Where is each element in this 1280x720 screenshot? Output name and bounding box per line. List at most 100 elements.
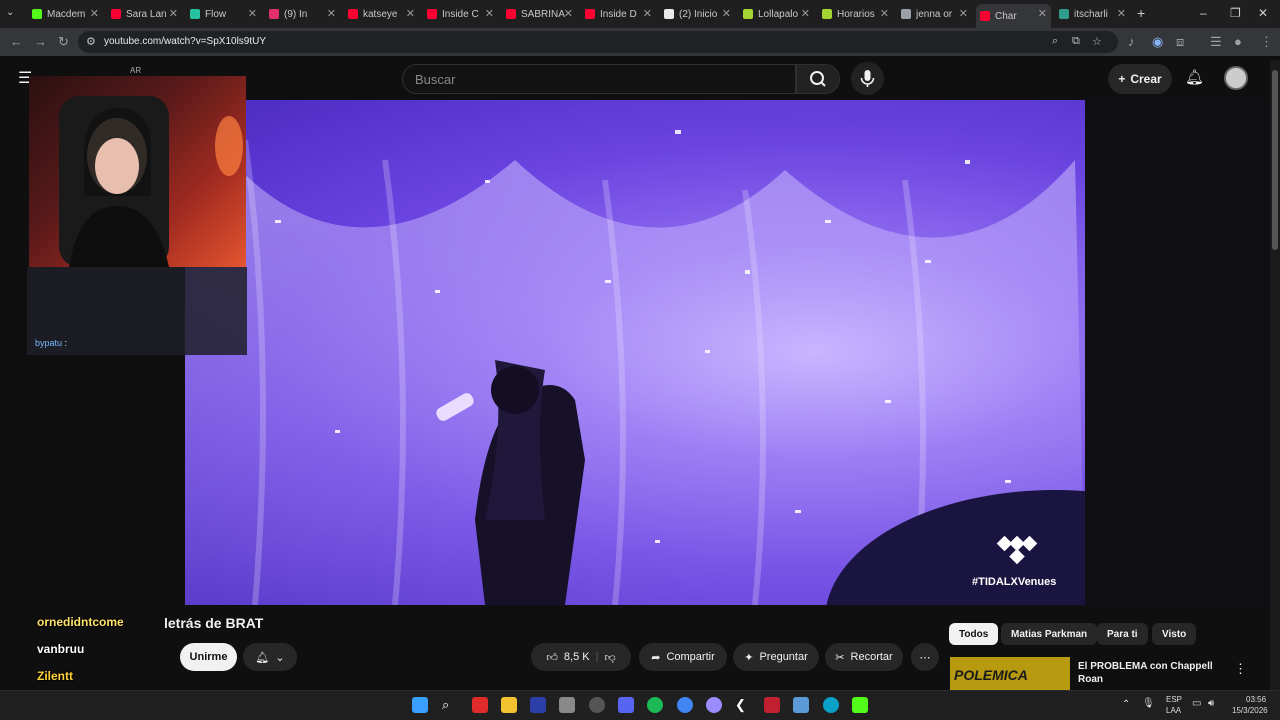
tab-close-icon[interactable]: ✕ [1117,7,1126,20]
join-button[interactable]: Unirme [180,643,237,671]
recommendation-menu-icon[interactable]: ⋮ [1234,661,1247,677]
spotify-icon[interactable] [647,697,663,713]
install-icon[interactable]: ⧉ [1072,35,1080,48]
photos-icon[interactable] [793,697,809,713]
tray-mic-icon[interactable]: 🎙︎ [1142,698,1155,709]
kick-icon[interactable] [852,697,868,713]
tray-chevron-icon[interactable]: ⌃ [1122,699,1130,710]
tab-close-icon[interactable]: ✕ [90,7,99,20]
tab-close-icon[interactable]: ✕ [564,7,573,20]
zoom-icon[interactable]: ⌕ [1052,35,1058,48]
subscribe-button[interactable]: 🔔︎ ⌄ [243,643,297,671]
browser-tab[interactable]: Sara Lan ✕ [107,4,182,24]
new-tab-button[interactable]: + [1137,5,1145,21]
page-scrollbar[interactable] [1270,60,1280,690]
create-button[interactable]: + Crear [1108,64,1172,94]
chip-watched[interactable]: Visto [1152,623,1197,645]
browser-tab[interactable]: (2) Inicio ✕ [660,4,735,24]
menu-icon[interactable]: ⋮ [1260,34,1273,50]
tab-favicon-icon [585,9,595,19]
site-info-icon[interactable]: ⚙ [86,35,96,48]
browser-tab[interactable]: itscharli ✕ [1055,4,1130,24]
ask-button[interactable]: ✦ Preguntar [733,643,819,671]
discord-icon[interactable] [618,697,634,713]
reload-icon[interactable]: ↻ [58,34,69,50]
voice-search-button[interactable] [851,62,884,95]
tab-close-icon[interactable]: ✕ [485,7,494,20]
thumbs-down-icon[interactable]: 👎︎ [604,651,615,664]
close-window-icon[interactable]: ✕ [1258,6,1268,20]
reading-list-icon[interactable]: ☰ [1210,34,1222,50]
chip-all[interactable]: Todos [949,623,999,645]
app-icon-circle[interactable] [589,697,605,713]
browser-tab[interactable]: Horarios ✕ [818,4,893,24]
taskbar-search-icon[interactable]: ⌕ [442,697,458,713]
video-player[interactable]: #TIDALXVenues [185,100,1085,605]
tab-close-icon[interactable]: ✕ [248,7,257,20]
browser-tab[interactable]: jenna or ✕ [897,4,972,24]
tab-close-icon[interactable]: ✕ [880,7,889,20]
tab-close-icon[interactable]: ✕ [169,7,178,20]
browser-tab[interactable]: Inside C ✕ [423,4,498,24]
tab-close-icon[interactable]: ✕ [406,7,415,20]
app-icon-hook[interactable]: ❮ [735,697,751,713]
browser-tab[interactable]: Flow ✕ [186,4,261,24]
app-icon-gray[interactable] [559,697,575,713]
search-input[interactable]: Buscar [402,64,796,94]
avatar[interactable] [1224,66,1248,90]
browser-tab[interactable]: (9) In ✕ [265,4,340,24]
maximize-icon[interactable]: ❐ [1230,6,1241,20]
tab-label: Char [995,10,1017,22]
tab-close-icon[interactable]: ✕ [722,7,731,20]
chip-for-you[interactable]: Para ti [1097,623,1148,645]
tab-label: (2) Inicio [679,8,718,20]
media-icon[interactable]: ♪ [1128,34,1135,49]
volume-icon[interactable]: 🔊︎ [1208,698,1214,709]
browser-toolbar: ← → ↻ ⚙ youtube.com/watch?v=SpX10ls9tUY … [0,28,1280,56]
clip-button[interactable]: ✂ Recortar [825,643,903,671]
minimize-icon[interactable]: – [1200,6,1207,20]
notifications-bell-icon[interactable]: 🔔︎ [1185,68,1204,86]
bookmark-star-icon[interactable]: ☆ [1092,35,1102,48]
chip-channel[interactable]: Matias Parkman [1001,623,1098,645]
chrome-icon[interactable] [677,697,693,713]
app-icon-voice[interactable] [764,697,780,713]
recommendation-title[interactable]: El PROBLEMA con Chappell Roan [1078,661,1253,685]
cast-icon[interactable]: ◉ [1152,34,1163,50]
search-button[interactable] [796,64,840,94]
tab-search-icon[interactable]: ⌄ [6,7,14,18]
more-actions-button[interactable]: ⋯ [911,643,939,671]
scrollbar-thumb[interactable] [1272,70,1278,250]
extensions-icon[interactable]: ⧈ [1176,34,1184,50]
tab-close-icon[interactable]: ✕ [801,7,810,20]
clock-time[interactable]: 03:56 [1246,695,1266,704]
tab-close-icon[interactable]: ✕ [327,7,336,20]
browser-tab[interactable]: Macdem ✕ [28,4,103,24]
edge-icon[interactable] [823,697,839,713]
browser-tab[interactable]: katseye ✕ [344,4,419,24]
browser-tab[interactable]: Char ✕ [976,4,1051,28]
tab-close-icon[interactable]: ✕ [643,7,652,20]
tab-favicon-icon [111,9,121,19]
language-indicator[interactable]: ESP [1166,695,1182,704]
tab-favicon-icon [427,9,437,19]
like-button[interactable]: 👍︎ 8,5 K [546,651,589,664]
back-icon[interactable]: ← [10,34,23,49]
browser-tab[interactable]: Lollapalo ✕ [739,4,814,24]
tab-close-icon[interactable]: ✕ [1038,7,1047,20]
browser-tab[interactable]: SABRINA ✕ [502,4,577,24]
share-button[interactable]: ➦ Compartir [639,643,727,671]
tab-label: Macdem [47,8,86,20]
address-bar[interactable]: ⚙ youtube.com/watch?v=SpX10ls9tUY ⌕ ⧉ ☆ [78,31,1118,53]
file-explorer-icon[interactable] [501,697,517,713]
app-icon-red[interactable] [472,697,488,713]
profile-icon[interactable]: ● [1234,34,1242,49]
network-icon[interactable]: ▭ [1192,698,1201,709]
tab-close-icon[interactable]: ✕ [959,7,968,20]
recommendation-thumbnail[interactable]: POLEMICA [950,657,1070,690]
forward-icon[interactable]: → [34,34,47,49]
browser-tab[interactable]: Inside D ✕ [581,4,656,24]
app-icon-v[interactable] [530,697,546,713]
windows-start-icon[interactable] [412,697,428,713]
app-icon-purple[interactable] [706,697,722,713]
